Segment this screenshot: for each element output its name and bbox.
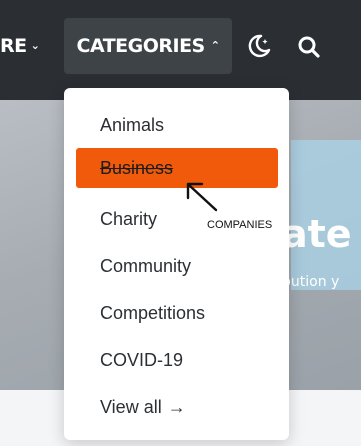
- menu-item-charity[interactable]: Charity: [100, 208, 157, 230]
- categories-dropdown: Animals Business Charity Community Compe…: [64, 88, 289, 440]
- menu-item-label: Community: [100, 256, 192, 276]
- nav-categories-menu[interactable]: CATEGORIES ⌃: [64, 18, 232, 74]
- chevron-up-icon: ⌃: [210, 39, 220, 52]
- hero-heading: ate: [282, 212, 352, 256]
- search-icon: [298, 36, 320, 58]
- menu-item-community[interactable]: Community: [100, 255, 191, 277]
- search-button[interactable]: [296, 34, 322, 60]
- nav-categories-label: CATEGORIES: [76, 35, 206, 57]
- moon-icon: [248, 34, 271, 58]
- menu-item-competitions[interactable]: Competitions: [100, 302, 205, 324]
- menu-item-label: Charity: [100, 209, 158, 229]
- menu-item-business[interactable]: Business: [76, 148, 278, 188]
- menu-item-view-all[interactable]: View all →: [100, 396, 186, 418]
- nav-explore-menu[interactable]: RE ⌄: [0, 33, 40, 59]
- theme-toggle-button[interactable]: [246, 33, 272, 59]
- annotation-label: COMPANIES: [207, 219, 273, 231]
- top-navbar: RE ⌄ CATEGORIES ⌃: [0, 0, 361, 100]
- menu-item-label: Competitions: [100, 303, 206, 323]
- menu-item-animals[interactable]: Animals: [100, 114, 164, 136]
- menu-item-label: Animals: [100, 115, 165, 135]
- menu-item-covid-19[interactable]: COVID-19: [100, 349, 183, 371]
- hero-subtitle: bution y: [282, 274, 340, 290]
- arrow-right-icon: →: [167, 397, 186, 417]
- annotation-arrow-icon: [186, 182, 218, 212]
- menu-item-label: Business: [100, 158, 174, 178]
- menu-item-label: COVID-19: [100, 350, 184, 370]
- chevron-down-icon: ⌄: [30, 39, 40, 52]
- nav-explore-label: RE: [0, 35, 27, 57]
- menu-item-label: View all: [100, 397, 162, 417]
